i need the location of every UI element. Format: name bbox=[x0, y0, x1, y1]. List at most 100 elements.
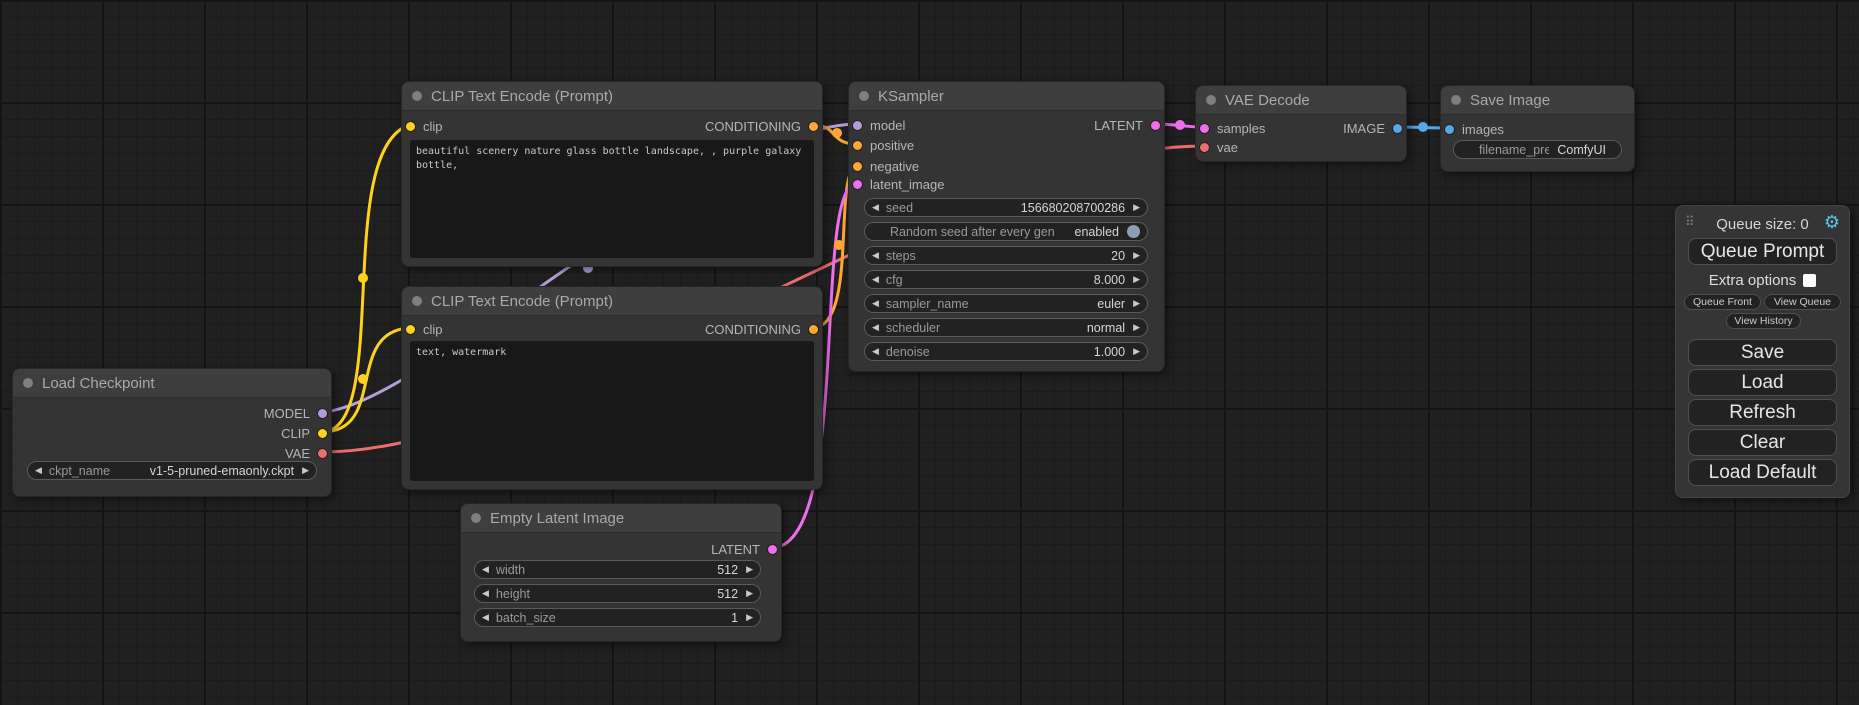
random-seed-toggle[interactable] bbox=[1127, 225, 1140, 238]
next-value-arrow[interactable]: ▶ bbox=[1133, 318, 1140, 337]
latent-slot-dot[interactable] bbox=[1200, 124, 1209, 133]
next-value-arrow[interactable]: ▶ bbox=[746, 584, 753, 603]
width-widget[interactable]: ◀ width 512 ▶ bbox=[474, 560, 761, 579]
model-slot-dot[interactable] bbox=[853, 121, 862, 130]
image-slot-dot[interactable] bbox=[1393, 124, 1402, 133]
output-slot-vae[interactable]: VAE bbox=[285, 444, 327, 462]
input-slot-positive[interactable]: positive bbox=[853, 136, 914, 154]
node-empty-latent-image[interactable]: Empty Latent Image LATENT ◀ width 512 ▶ … bbox=[460, 503, 782, 642]
link-midpoint-dot[interactable] bbox=[358, 374, 368, 384]
next-value-arrow[interactable]: ▶ bbox=[302, 461, 309, 480]
node-title-bar[interactable]: VAE Decode bbox=[1196, 86, 1406, 115]
collapse-dot-icon[interactable] bbox=[1451, 95, 1461, 105]
latent-slot-dot[interactable] bbox=[768, 545, 777, 554]
node-clip-text-encode-positive[interactable]: CLIP Text Encode (Prompt) clip CONDITION… bbox=[401, 81, 823, 267]
prompt-textarea[interactable]: beautiful scenery nature glass bottle la… bbox=[410, 140, 814, 258]
link-midpoint-dot[interactable] bbox=[1418, 122, 1428, 132]
comfyui-canvas[interactable]: Load Checkpoint MODEL CLIP VAE ◀ ckpt_na… bbox=[0, 0, 1859, 705]
latent-slot-dot[interactable] bbox=[1151, 121, 1160, 130]
conditioning-slot-dot[interactable] bbox=[809, 122, 818, 131]
load-button[interactable]: Load bbox=[1688, 369, 1837, 396]
node-save-image[interactable]: Save Image images filename_prefix ComfyU… bbox=[1440, 85, 1635, 172]
next-value-arrow[interactable]: ▶ bbox=[1133, 198, 1140, 217]
prev-value-arrow[interactable]: ◀ bbox=[872, 246, 879, 265]
collapse-dot-icon[interactable] bbox=[412, 296, 422, 306]
collapse-dot-icon[interactable] bbox=[412, 91, 422, 101]
queue-prompt-button[interactable]: Queue Prompt bbox=[1688, 238, 1837, 265]
node-vae-decode[interactable]: VAE Decode samples vae IMAGE bbox=[1195, 85, 1407, 162]
refresh-button[interactable]: Refresh bbox=[1688, 399, 1837, 426]
prompt-textarea[interactable]: text, watermark bbox=[410, 341, 814, 481]
vae-slot-dot[interactable] bbox=[1200, 143, 1209, 152]
link-midpoint-dot[interactable] bbox=[832, 128, 842, 138]
prev-value-arrow[interactable]: ◀ bbox=[872, 342, 879, 361]
cfg-widget[interactable]: ◀ cfg 8.000 ▶ bbox=[864, 270, 1148, 289]
clear-button[interactable]: Clear bbox=[1688, 429, 1837, 456]
input-slot-latent-image[interactable]: latent_image bbox=[853, 175, 944, 193]
prev-value-arrow[interactable]: ◀ bbox=[872, 270, 879, 289]
output-slot-clip[interactable]: CLIP bbox=[281, 424, 327, 442]
input-slot-images[interactable]: images bbox=[1445, 120, 1504, 138]
input-slot-samples[interactable]: samples bbox=[1200, 119, 1265, 137]
next-value-arrow[interactable]: ▶ bbox=[746, 608, 753, 627]
prev-value-arrow[interactable]: ◀ bbox=[482, 608, 489, 627]
random-seed-widget[interactable]: Random seed after every gen enabled bbox=[864, 222, 1148, 241]
node-title-bar[interactable]: CLIP Text Encode (Prompt) bbox=[402, 287, 822, 316]
node-title-bar[interactable]: CLIP Text Encode (Prompt) bbox=[402, 82, 822, 111]
collapse-dot-icon[interactable] bbox=[859, 91, 869, 101]
next-value-arrow[interactable]: ▶ bbox=[1133, 246, 1140, 265]
image-slot-dot[interactable] bbox=[1445, 125, 1454, 134]
scheduler-widget[interactable]: ◀ scheduler normal ▶ bbox=[864, 318, 1148, 337]
output-slot-conditioning[interactable]: CONDITIONING bbox=[705, 117, 818, 135]
queue-front-button[interactable]: Queue Front bbox=[1684, 294, 1761, 310]
steps-widget[interactable]: ◀ steps 20 ▶ bbox=[864, 246, 1148, 265]
next-value-arrow[interactable]: ▶ bbox=[1133, 270, 1140, 289]
latent-slot-dot[interactable] bbox=[853, 180, 862, 189]
collapse-dot-icon[interactable] bbox=[1206, 95, 1216, 105]
save-button[interactable]: Save bbox=[1688, 339, 1837, 366]
output-slot-model[interactable]: MODEL bbox=[264, 404, 327, 422]
collapse-dot-icon[interactable] bbox=[23, 378, 33, 388]
next-value-arrow[interactable]: ▶ bbox=[746, 560, 753, 579]
clip-slot-dot[interactable] bbox=[318, 429, 327, 438]
seed-widget[interactable]: ◀ seed 156680208700286 ▶ bbox=[864, 198, 1148, 217]
input-slot-model[interactable]: model bbox=[853, 116, 905, 134]
batch-size-widget[interactable]: ◀ batch_size 1 ▶ bbox=[474, 608, 761, 627]
prev-value-arrow[interactable]: ◀ bbox=[482, 560, 489, 579]
gear-icon[interactable]: ⚙ bbox=[1824, 212, 1840, 233]
node-title-bar[interactable]: KSampler bbox=[849, 82, 1164, 111]
filename-prefix-widget[interactable]: filename_prefix ComfyUI bbox=[1453, 140, 1622, 159]
extra-options-checkbox[interactable] bbox=[1803, 274, 1816, 287]
denoise-widget[interactable]: ◀ denoise 1.000 ▶ bbox=[864, 342, 1148, 361]
clip-slot-dot[interactable] bbox=[406, 325, 415, 334]
vae-slot-dot[interactable] bbox=[318, 449, 327, 458]
input-slot-clip[interactable]: clip bbox=[406, 117, 443, 135]
prev-value-arrow[interactable]: ◀ bbox=[35, 461, 42, 480]
conditioning-slot-dot[interactable] bbox=[853, 141, 862, 150]
node-title-bar[interactable]: Save Image bbox=[1441, 86, 1634, 115]
next-value-arrow[interactable]: ▶ bbox=[1133, 294, 1140, 313]
input-slot-negative[interactable]: negative bbox=[853, 157, 919, 175]
link-midpoint-dot[interactable] bbox=[834, 240, 844, 250]
clip-slot-dot[interactable] bbox=[406, 122, 415, 131]
link-midpoint-dot[interactable] bbox=[1175, 120, 1185, 130]
conditioning-slot-dot[interactable] bbox=[809, 325, 818, 334]
queue-menu-panel[interactable]: ⠿ Queue size: 0 ⚙ Queue Prompt Extra opt… bbox=[1675, 205, 1850, 498]
node-ksampler[interactable]: KSampler model positive negative latent_… bbox=[848, 81, 1165, 372]
output-slot-latent[interactable]: LATENT bbox=[1094, 116, 1160, 134]
view-history-button[interactable]: View History bbox=[1726, 313, 1801, 329]
collapse-dot-icon[interactable] bbox=[471, 513, 481, 523]
model-slot-dot[interactable] bbox=[318, 409, 327, 418]
output-slot-latent[interactable]: LATENT bbox=[711, 540, 777, 558]
sampler-name-widget[interactable]: ◀ sampler_name euler ▶ bbox=[864, 294, 1148, 313]
node-title-bar[interactable]: Load Checkpoint bbox=[13, 369, 331, 398]
height-widget[interactable]: ◀ height 512 ▶ bbox=[474, 584, 761, 603]
next-value-arrow[interactable]: ▶ bbox=[1133, 342, 1140, 361]
output-slot-image[interactable]: IMAGE bbox=[1343, 119, 1402, 137]
node-title-bar[interactable]: Empty Latent Image bbox=[461, 504, 781, 533]
prev-value-arrow[interactable]: ◀ bbox=[872, 198, 879, 217]
node-clip-text-encode-negative[interactable]: CLIP Text Encode (Prompt) clip CONDITION… bbox=[401, 286, 823, 490]
load-default-button[interactable]: Load Default bbox=[1688, 459, 1837, 486]
link-midpoint-dot[interactable] bbox=[358, 273, 368, 283]
conditioning-slot-dot[interactable] bbox=[853, 162, 862, 171]
